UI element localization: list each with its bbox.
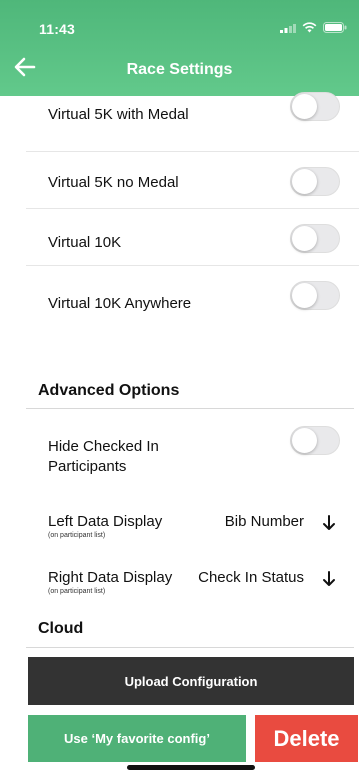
cloud-heading: Cloud [38, 620, 84, 637]
race-row-virtual-5k-no-medal: Virtual 5K no Medal [26, 152, 359, 209]
left-data-display-value[interactable]: Bib Number [225, 513, 304, 531]
delete-button[interactable]: Delete [255, 715, 358, 762]
home-indicator [127, 765, 255, 770]
upload-configuration-button[interactable]: Upload Configuration [28, 657, 354, 705]
wifi-icon [302, 22, 317, 33]
toggle-knob [292, 94, 317, 119]
race-toggle-virtual-5k-no-medal[interactable] [290, 167, 340, 196]
race-row-virtual-10k-anywhere: Virtual 10K Anywhere [26, 266, 359, 346]
status-time: 11:43 [39, 21, 76, 37]
race-toggle-virtual-10k-anywhere[interactable] [290, 281, 340, 310]
arrow-down-icon[interactable] [322, 571, 336, 587]
toggle-knob [292, 428, 317, 453]
race-label: Virtual 5K no Medal [48, 174, 179, 191]
advanced-options-heading: Advanced Options [38, 382, 180, 399]
hide-checked-in-toggle[interactable] [290, 426, 340, 455]
navigation-bar: 11:43 Race Settings [0, 0, 359, 96]
race-toggle-virtual-10k[interactable] [290, 224, 340, 253]
right-data-display-sub: (on participant list) [48, 588, 106, 595]
race-label: Virtual 10K Anywhere [48, 295, 192, 312]
use-favorite-config-button[interactable]: Use ‘My favorite config’ [28, 715, 246, 762]
status-icons [280, 22, 347, 33]
battery-icon [323, 22, 347, 33]
race-row-virtual-5k-medal: Virtual 5K with Medal [26, 92, 359, 152]
arrow-down-icon[interactable] [322, 515, 336, 531]
race-toggle-virtual-5k-medal[interactable] [290, 92, 340, 121]
race-label: Virtual 5K with Medal [48, 106, 189, 123]
hide-checked-in-row: Hide Checked In Participants [26, 409, 359, 489]
toggle-knob [292, 283, 317, 308]
race-label: Virtual 10K [48, 234, 122, 251]
race-row-virtual-10k: Virtual 10K [26, 209, 359, 266]
section-divider [26, 647, 354, 648]
toggle-knob [292, 226, 317, 251]
left-data-display-sub: (on participant list) [48, 532, 106, 539]
signal-icon [280, 23, 296, 33]
toggle-knob [292, 169, 317, 194]
right-data-display-value[interactable]: Check In Status [198, 569, 304, 587]
right-data-display-row[interactable]: Right Data Display (on participant list)… [48, 569, 348, 599]
page-title: Race Settings [126, 61, 233, 78]
hide-checked-in-label: Hide Checked In Participants [48, 438, 159, 475]
left-data-display-row[interactable]: Left Data Display (on participant list) … [48, 513, 348, 543]
